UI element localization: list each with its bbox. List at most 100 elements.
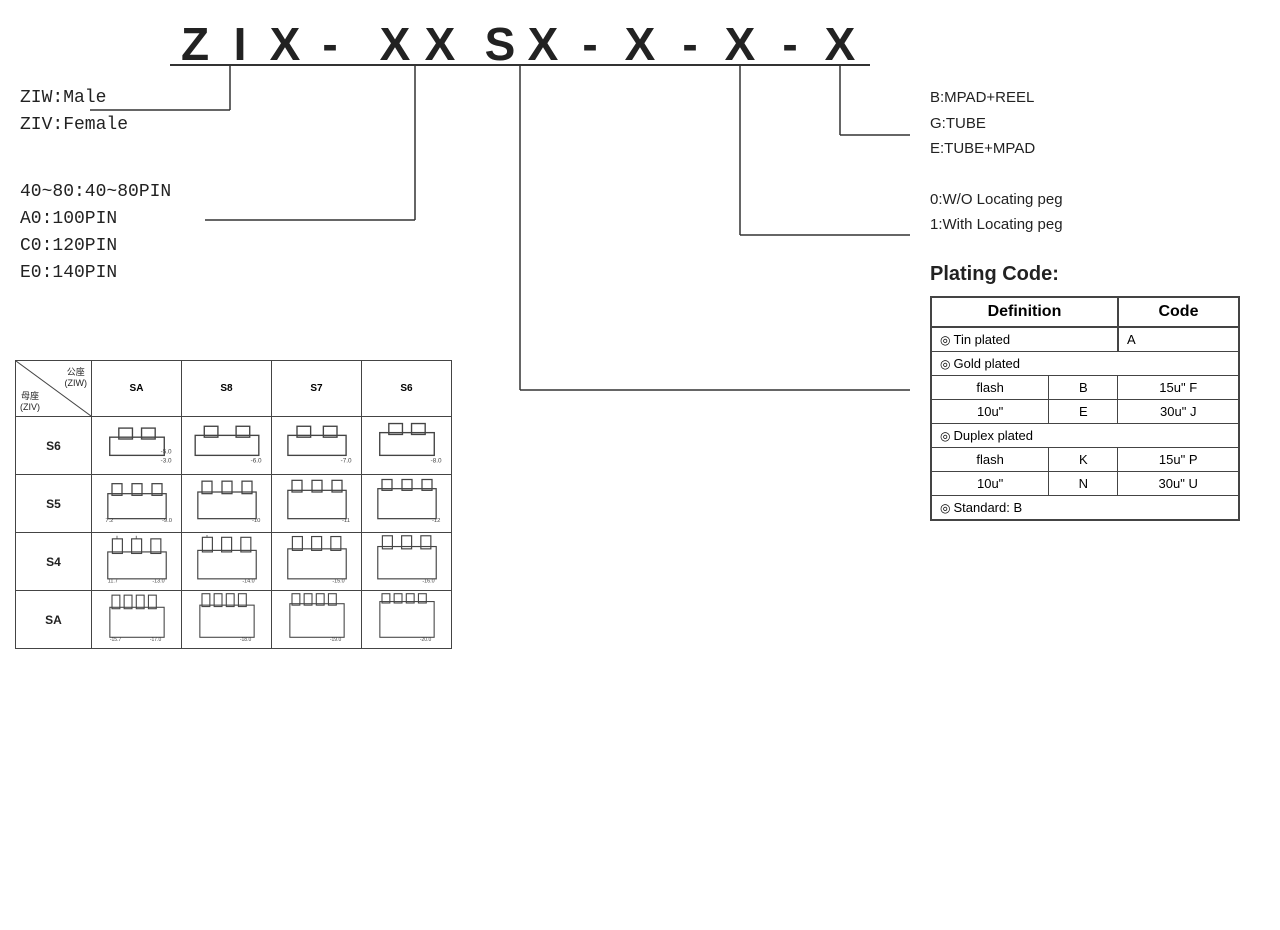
svg-text:-12: -12 [432,518,440,524]
cell-s6-s7: -7.0 [272,417,362,475]
col-s8: S8 [182,361,272,417]
svg-text:-14.0: -14.0 [242,579,254,585]
locating-1: 1:With Locating peg [930,212,1260,238]
svg-text:X: X [380,18,411,70]
svg-text:-13.0: -13.0 [152,579,164,585]
row-label-s6: S6 [16,417,92,475]
plating-duplex-10u-row: 10u" N 30u" U [931,471,1239,495]
plating-col-code: Code [1118,297,1239,327]
svg-text:-18.0: -18.0 [239,637,251,643]
pin-count-group: 40~80:40~80PIN A0:100PIN C0:120PIN E0:14… [20,179,171,287]
plating-gold-flash-code: B [1049,375,1118,399]
cell-sa-s7: -19.0 [272,591,362,649]
svg-text:S: S [485,18,516,70]
svg-text:X: X [270,18,301,70]
svg-text:-10: -10 [252,518,261,524]
svg-text:-17.0: -17.0 [149,637,161,643]
svg-text:-7.0: -7.0 [340,458,351,465]
plating-duplex-10u-code: N [1049,471,1118,495]
pin-c0: C0:120PIN [20,233,171,260]
plating-table: Definition Code ◎Tin plated A ◎Gold plat… [930,296,1240,521]
locating-0: 0:W/O Locating peg [930,187,1260,213]
col-s7: S7 [272,361,362,417]
plating-gold-10u-row: 10u" E 30u" J [931,399,1239,423]
svg-text:-11: -11 [342,518,350,524]
cell-s6-s8: -6.0 [182,417,272,475]
plating-standard-row: ◎Standard: B [931,495,1239,520]
svg-text:-3.0: -3.0 [160,458,171,465]
gender-group: ZIW:Male ZIV:Female [20,85,171,139]
svg-text:X: X [625,18,656,70]
svg-text:-: - [682,18,697,70]
svg-text:-5.0: -5.0 [160,449,171,456]
plating-gold-30u-row: 30u" J [1118,399,1239,423]
packaging-b: B:MPAD+REEL [930,85,1260,111]
svg-text:-6.0: -6.0 [250,458,261,465]
row-label-sa: SA [16,591,92,649]
plating-gold-flash-row: flash B 15u" F [931,375,1239,399]
svg-text:-15.7: -15.7 [109,637,121,643]
plating-duplex-flash-row: flash K 15u" P [931,447,1239,471]
row-label-s5: S5 [16,475,92,533]
plating-duplex-label: ◎Duplex plated [931,423,1239,447]
plating-title: Plating Code: [930,263,1260,286]
cell-s4-s8: -14.0 [182,533,272,591]
ziv-label: ZIV:Female [20,112,171,139]
cell-s5-s8: -10 [182,475,272,533]
plating-tin-row: ◎Tin plated A [931,327,1239,352]
cell-sa-s6: -20.0 [362,591,452,649]
packaging-e: E:TUBE+MPAD [930,136,1260,162]
plating-gold-10u-code: E [1049,399,1118,423]
svg-text:-: - [322,18,337,70]
svg-text:X: X [528,18,559,70]
plating-gold-row: ◎Gold plated [931,351,1239,375]
row-label-s4: S4 [16,533,92,591]
svg-text:X: X [425,18,456,70]
cell-s5-sa: 7.2 -9.0 [92,475,182,533]
cell-s4-sa: 11.7 -13.0 [92,533,182,591]
right-section: B:MPAD+REEL G:TUBE E:TUBE+MPAD 0:W/O Loc… [930,85,1260,521]
locating-options: 0:W/O Locating peg 1:With Locating peg [930,187,1260,238]
svg-text:-: - [582,18,597,70]
plating-tin-label: ◎Tin plated [931,327,1118,352]
cell-s5-s7: -11 [272,475,362,533]
svg-text:Z: Z [181,18,209,70]
svg-text:7.2: 7.2 [105,518,113,524]
plating-duplex-30u-row: 30u" U [1118,471,1239,495]
cell-s4-s7: -15.0 [272,533,362,591]
svg-text:-9.0: -9.0 [162,518,173,524]
plating-duplex-10u: 10u" [931,471,1049,495]
plating-standard-label: ◎Standard: B [931,495,1239,520]
plating-col-definition: Definition [931,297,1118,327]
plating-gold-label: ◎Gold plated [931,351,1239,375]
plating-gold-10u: 10u" [931,399,1049,423]
svg-text:-20.0: -20.0 [419,637,431,643]
table-row-s5: S5 7.2 -9.0 [16,475,452,533]
plating-duplex-15u-row: 15u" P [1118,447,1239,471]
cell-s5-s6: -12 [362,475,452,533]
table-row-s6: S6 -3.0 -5.0 [16,417,452,475]
plating-gold-flash: flash [931,375,1049,399]
pin-a0: A0:100PIN [20,206,171,233]
table-female-header: 母座(ZIV) [20,389,40,412]
svg-text:I: I [234,18,247,70]
table-male-header: 公座(ZIW) [65,365,88,388]
cell-sa-s8: -18.0 [182,591,272,649]
table-row-s4: S4 11.7 -13.0 [16,533,452,591]
svg-text:X: X [725,18,756,70]
col-sa: SA [92,361,182,417]
svg-text:-: - [782,18,797,70]
table-row-sa: SA -15.7 -17.0 [16,591,452,649]
plating-gold-15u-row: 15u" F [1118,375,1239,399]
cell-s4-s6: -16.0 [362,533,452,591]
plating-duplex-row: ◎Duplex plated [931,423,1239,447]
svg-text:-16.0: -16.0 [422,579,434,585]
cell-s6-sa: -3.0 -5.0 [92,417,182,475]
connector-table: 公座(ZIW) 母座(ZIV) SA S8 S7 S6 S6 [15,360,452,649]
svg-text:X: X [825,18,856,70]
col-s6: S6 [362,361,452,417]
cell-sa-sa: -15.7 -17.0 [92,591,182,649]
cell-s6-s6: -8.0 [362,417,452,475]
pin-e0: E0:140PIN [20,260,171,287]
plating-duplex-flash: flash [931,447,1049,471]
